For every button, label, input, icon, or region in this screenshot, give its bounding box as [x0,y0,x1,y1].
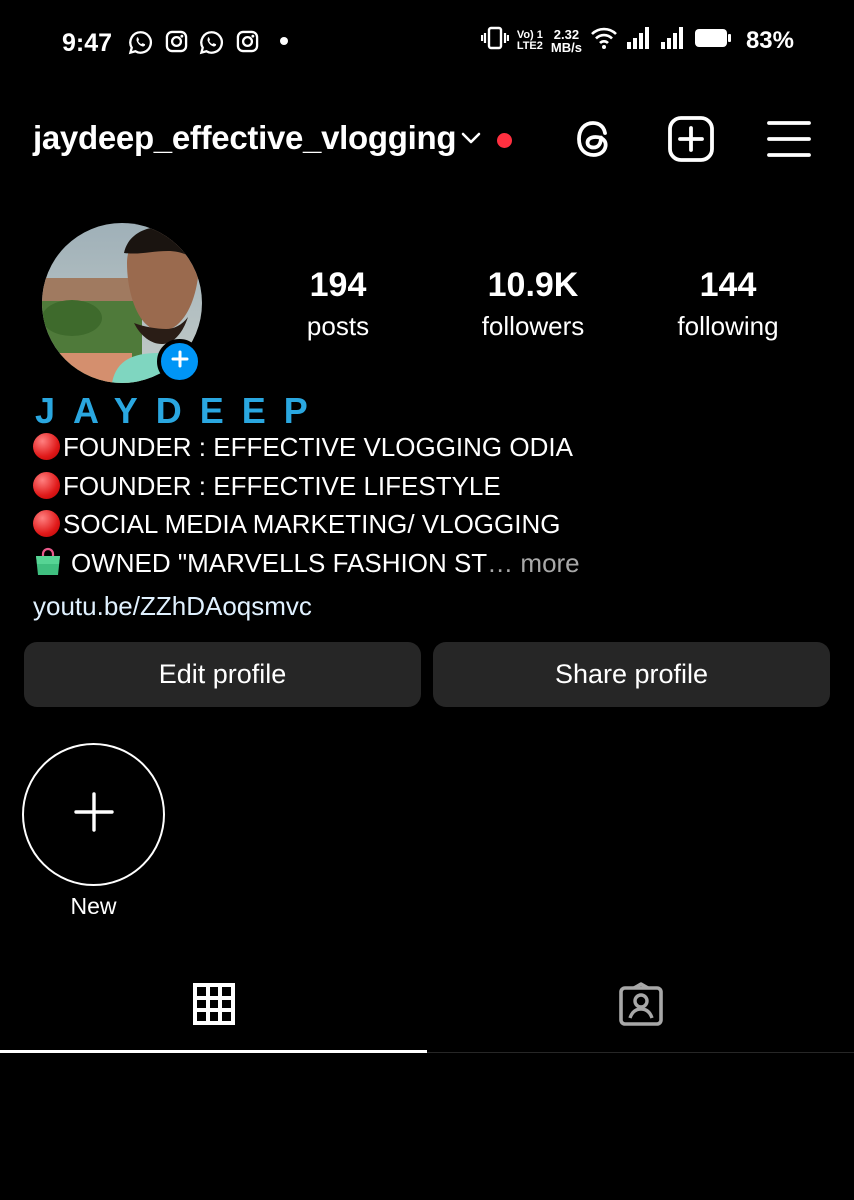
bio-text: OWNED "MARVELLS FASHION ST [71,547,488,578]
bio-text: FOUNDER : EFFECTIVE VLOGGING ODIA [63,432,573,462]
new-highlight-label: New [70,893,117,919]
stat-followers[interactable]: 10.9K followers [453,265,613,343]
whatsapp-icon [199,30,224,55]
speed-value: 2.32 [553,26,580,42]
network-label-top: Vo) 1 [516,28,543,41]
signal-icon [660,26,686,55]
more-dot-icon [280,37,288,45]
red-circle-icon [33,471,60,499]
new-highlight-button[interactable] [22,743,165,886]
red-circle-icon [33,510,60,537]
tab-posts-grid[interactable] [0,960,427,1052]
status-time: 9:47 [62,29,113,57]
red-circle-icon [33,433,60,460]
add-story-button[interactable] [157,339,202,384]
bio-line: SOCIAL MEDIA MARKETING/ VLOGGING [33,505,833,544]
stat-label: followers [481,311,585,341]
network-type: Vo) 1 LTE2 [516,28,543,52]
menu-icon [767,119,811,164]
bio-line: OWNED "MARVELLS FASHION ST… more [33,544,833,588]
whatsapp-icon [128,30,153,55]
plus-icon [73,792,114,837]
profile-link[interactable]: youtu.be/ZZhDAoqsmvc [33,587,833,626]
bio-text: SOCIAL MEDIA MARKETING/ VLOGGING [63,509,561,539]
grid-icon [192,982,235,1030]
stat-value: 10.9K [487,266,579,304]
network-label-bottom: LTE2 [516,39,543,52]
edit-profile-button[interactable]: Edit profile [24,642,421,707]
battery-percent: 83% [745,26,794,54]
instagram-icon [165,30,188,53]
bio-line: FOUNDER : EFFECTIVE VLOGGING ODIA [33,428,833,467]
stat-label: following [677,311,779,341]
stat-value: 194 [309,266,367,304]
account-username[interactable]: jaydeep_effective_vlogging [33,119,456,157]
stat-label: posts [306,311,370,341]
bio-text: FOUNDER : EFFECTIVE LIFESTYLE [63,470,501,501]
bio-ellipsis: … [487,547,514,578]
chevron-down-icon[interactable] [460,130,482,151]
network-speed: 2.32 MB/s [551,28,582,54]
signal-icon [626,26,652,55]
display-name: JAYDEEP [35,390,326,431]
status-bar: 9:47 Vo) 1 LTE2 2.32 MB/s 83% [0,0,854,86]
menu-button[interactable] [764,116,814,166]
shopping-bag-icon [33,547,63,588]
tagged-icon [618,981,664,1031]
bio-line: FOUNDER : EFFECTIVE LIFESTYLE [33,467,833,506]
battery-icon [694,27,732,54]
more-link[interactable]: more [520,548,579,578]
share-profile-button[interactable]: Share profile [433,642,830,707]
threads-icon [572,116,616,167]
speed-unit: MB/s [550,39,582,55]
stat-value: 144 [699,266,757,304]
bio: FOUNDER : EFFECTIVE VLOGGING ODIA FOUNDE… [33,428,833,626]
notification-dot [497,133,512,148]
tab-divider [427,1052,854,1053]
stat-following[interactable]: 144 following [648,265,808,343]
instagram-icon [236,30,259,53]
vibrate-icon [480,26,509,55]
plus-icon [171,350,189,373]
wifi-icon [590,26,618,55]
status-right: Vo) 1 LTE2 2.32 MB/s 83% [480,26,794,55]
create-post-icon [667,115,715,168]
threads-button[interactable] [569,116,619,166]
stat-posts[interactable]: 194 posts [258,265,418,343]
create-post-button[interactable] [666,115,716,168]
active-tab-indicator [0,1050,427,1053]
tab-tagged[interactable] [427,960,854,1052]
